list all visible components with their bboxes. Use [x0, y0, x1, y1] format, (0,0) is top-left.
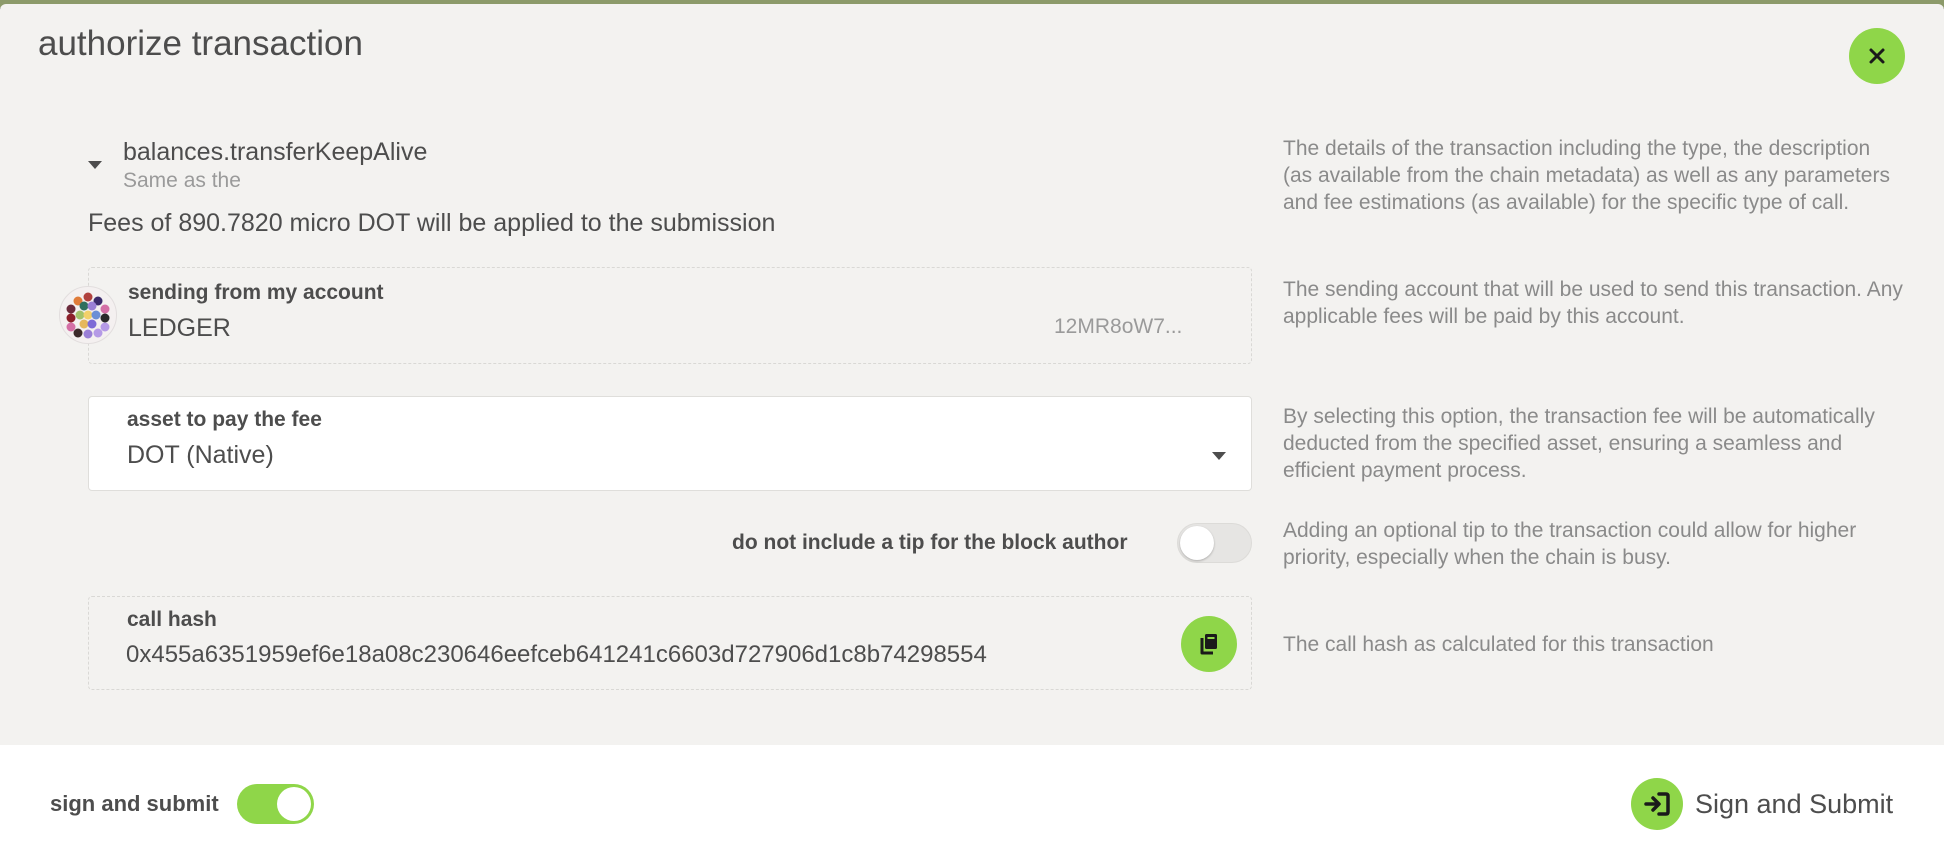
sender-label: sending from my account	[128, 281, 384, 304]
modal-title: authorize transaction	[38, 24, 363, 63]
caret-down-icon[interactable]	[86, 158, 104, 172]
fee-asset-value: DOT (Native)	[127, 441, 274, 469]
tip-help-text: Adding an optional tip to the transactio…	[1283, 519, 1857, 569]
close-button[interactable]	[1849, 28, 1905, 84]
sign-and-submit-button[interactable]: Sign and Submit	[1631, 778, 1893, 830]
call-name: balances.transferKeepAlive	[123, 138, 428, 166]
sender-help-text: The sending account that will be used to…	[1283, 278, 1903, 328]
authorize-transaction-modal: authorize transaction balances.transferK…	[0, 4, 1944, 854]
toggle-knob	[277, 787, 311, 821]
sign-and-submit-label: Sign and Submit	[1695, 788, 1894, 819]
toggle-knob	[1180, 526, 1214, 560]
chevron-down-icon	[1212, 452, 1226, 460]
tip-toggle-label: do not include a tip for the block autho…	[732, 531, 1128, 554]
call-description: Same as the	[123, 169, 241, 192]
sender-address: 12MR8oW7...	[1054, 315, 1183, 338]
sign-and-submit-toggle-label: sign and submit	[50, 791, 219, 816]
close-icon	[1869, 48, 1885, 64]
account-identicon	[59, 286, 117, 344]
sender-name: LEDGER	[128, 314, 231, 342]
sign-and-submit-toggle[interactable]	[237, 784, 314, 824]
tip-toggle[interactable]	[1177, 523, 1252, 563]
call-hash-label: call hash	[127, 608, 217, 631]
sign-in-icon	[1631, 778, 1683, 830]
copy-icon	[1200, 634, 1217, 655]
modal-footer: sign and submit Sign and Submit	[0, 745, 1944, 854]
fees-summary: Fees of 890.7820 micro DOT will be appli…	[88, 209, 776, 237]
fee-asset-help-text: By selecting this option, the transactio…	[1283, 405, 1875, 482]
call-help-text: The details of the transaction including…	[1283, 137, 1890, 214]
call-hash-help-text: The call hash as calculated for this tra…	[1283, 633, 1714, 656]
fee-asset-label: asset to pay the fee	[127, 408, 322, 431]
call-hash-value[interactable]: 0x455a6351959ef6e18a08c230646eefceb64124…	[126, 641, 987, 669]
copy-button[interactable]	[1181, 616, 1237, 672]
identicon	[66, 292, 110, 339]
